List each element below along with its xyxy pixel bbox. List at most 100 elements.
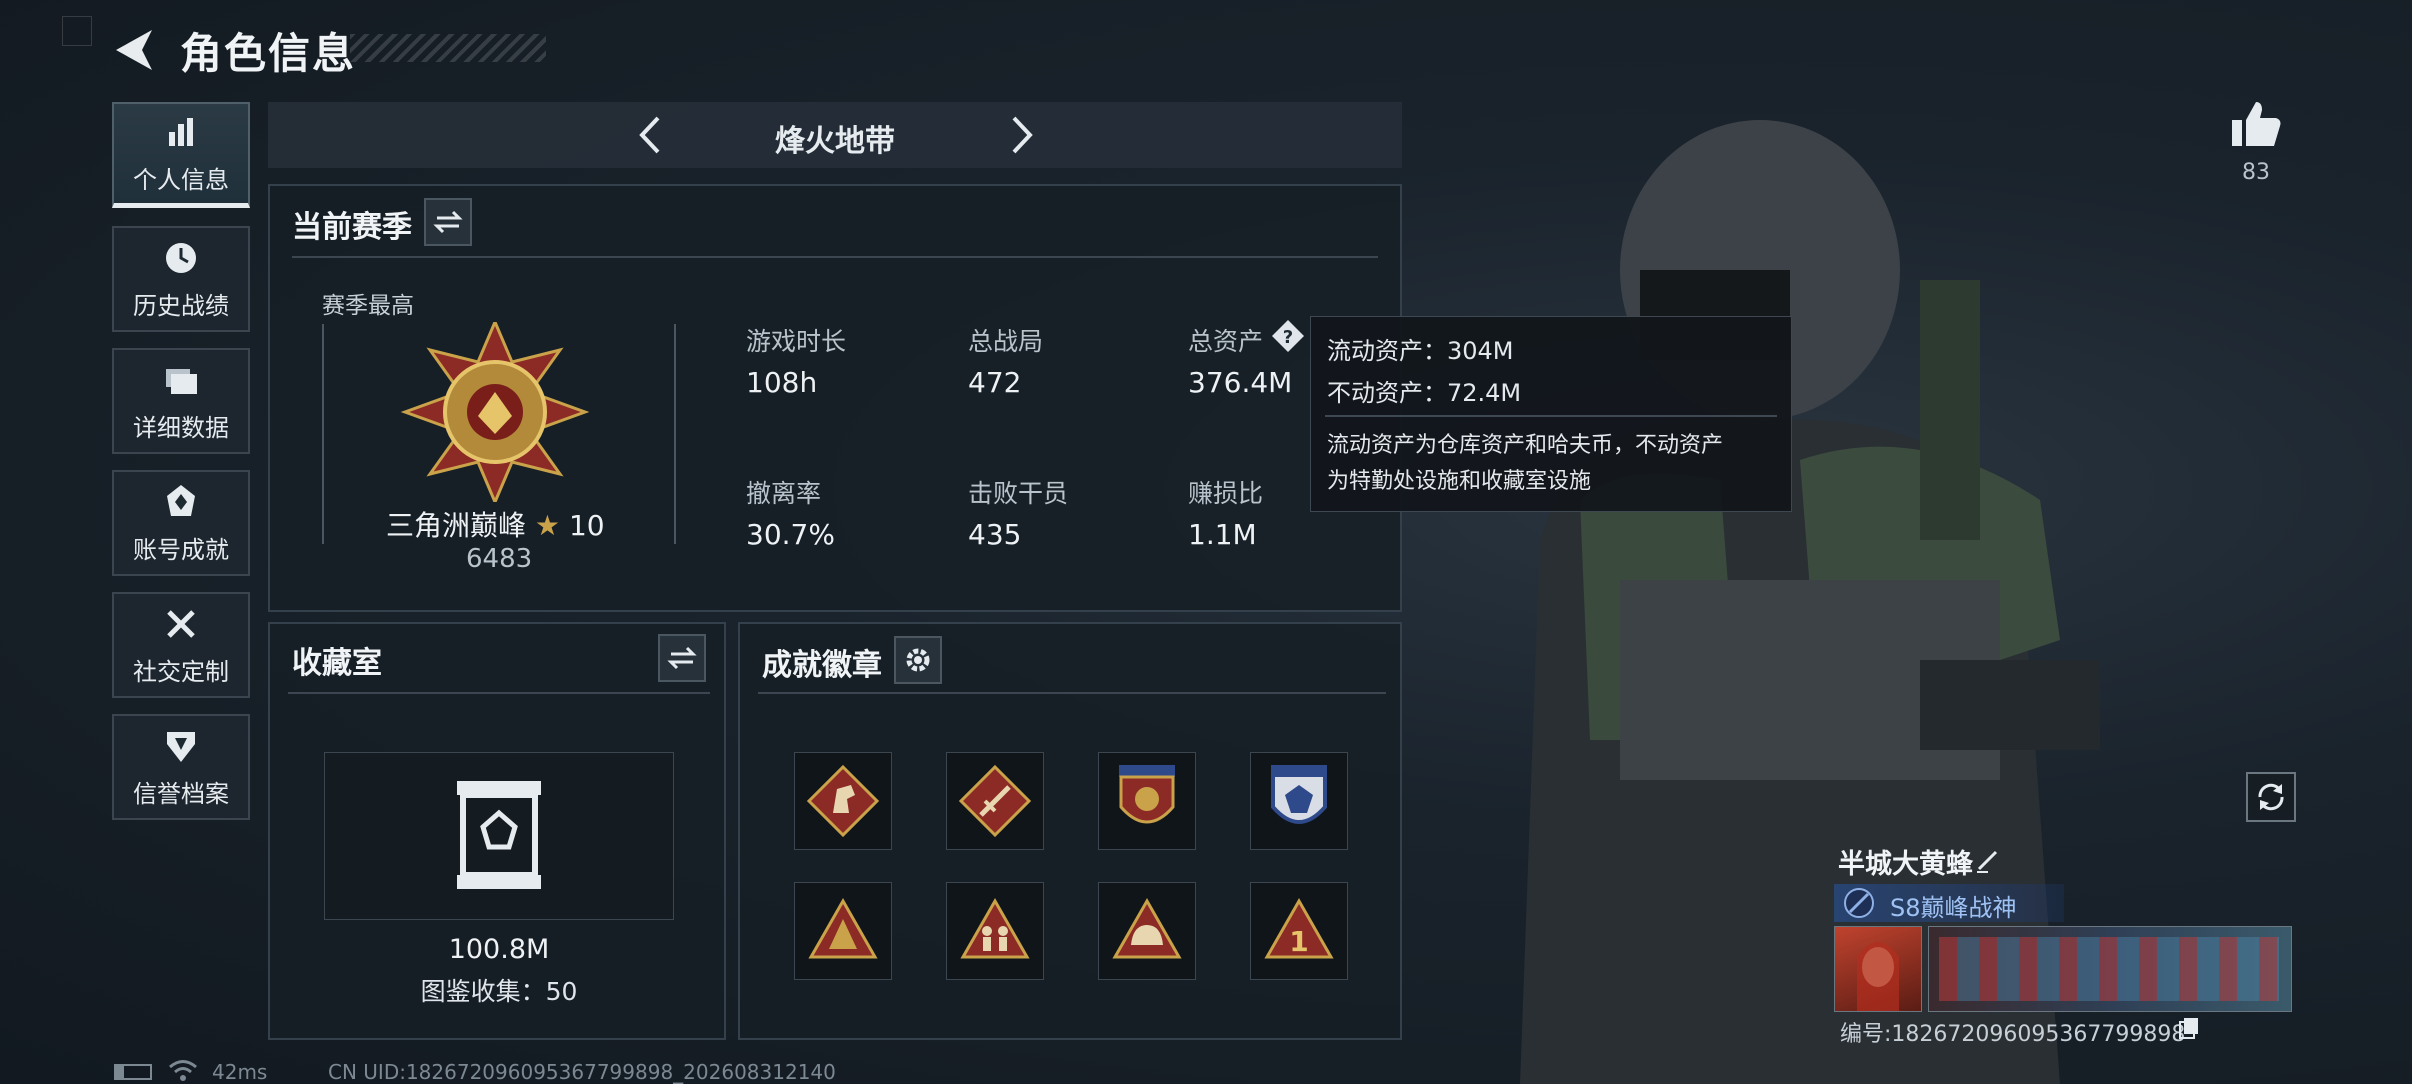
- thumbs-up-icon: [2232, 102, 2281, 146]
- collection-switch-button[interactable]: [658, 634, 706, 682]
- avatar-portrait-icon: [1857, 942, 1899, 1011]
- season-switch-button[interactable]: [424, 198, 472, 246]
- sidebar-item-account-achievements[interactable]: 账号成就: [112, 470, 250, 576]
- collection-preview[interactable]: [324, 752, 674, 920]
- swap-icon: [433, 210, 463, 234]
- collection-title: 收藏室: [292, 646, 382, 681]
- badge-soldiers[interactable]: [946, 882, 1044, 980]
- edit-name-button[interactable]: [1974, 846, 2002, 874]
- corner-decoration: [62, 16, 92, 46]
- stat-value-playtime: 108h: [746, 366, 818, 399]
- badge-triangle[interactable]: [794, 882, 892, 980]
- sidebar-item-label: 详细数据: [133, 413, 229, 442]
- like-count: 83: [2242, 160, 2270, 185]
- title-badge-text: S8巅峰战神: [1890, 894, 2017, 922]
- stat-label-operators-defeated: 击败干员: [968, 479, 1069, 508]
- pencil-icon: [1977, 850, 1998, 873]
- ping-text: 42ms: [212, 1060, 268, 1084]
- sidebar-item-label: 账号成就: [133, 535, 229, 564]
- name-card-banner[interactable]: [1928, 926, 2292, 1012]
- title-decoration: [350, 34, 546, 62]
- wifi-icon: [169, 1060, 197, 1081]
- swap-icon: [667, 646, 697, 670]
- display-case-icon: [457, 781, 541, 889]
- refresh-icon: [2258, 783, 2284, 811]
- horse-badge-icon: [807, 765, 879, 837]
- rank-score: 6483: [466, 544, 533, 574]
- svg-text:1: 1: [1289, 925, 1308, 958]
- assets-help-button[interactable]: ?: [1270, 318, 1306, 354]
- sidebar-item-label: 社交定制: [133, 657, 229, 686]
- collection-panel: 收藏室 100.8M 图鉴收集：50: [268, 622, 726, 1040]
- next-mode-button[interactable]: [998, 112, 1044, 158]
- stat-label-total-matches: 总战局: [968, 327, 1044, 356]
- stat-value-total-matches: 472: [968, 366, 1022, 399]
- copy-icon: [2179, 1018, 2198, 1039]
- sidebar-item-personal-info[interactable]: 个人信息: [112, 102, 250, 208]
- question-icon: ?: [1272, 320, 1304, 352]
- tooltip-liquid-assets: 流动资产：304M: [1327, 337, 1514, 365]
- chevron-right-icon: [1012, 116, 1033, 154]
- season-panel: 当前赛季 赛季最高 三角洲巅峰 ★ 10 6483 游戏时长 108h 总战局 …: [268, 184, 1402, 612]
- rank-emblem-icon: [400, 322, 590, 502]
- player-name: 半城大黄蜂: [1838, 849, 1973, 880]
- stat-label-playtime: 游戏时长: [746, 327, 847, 356]
- credit-shield-icon: [167, 731, 195, 762]
- sidebar-item-social-customize[interactable]: 社交定制: [112, 592, 250, 698]
- sidebar-item-detailed-data[interactable]: 详细数据: [112, 348, 250, 454]
- tooltip-desc-line1: 流动资产为仓库资产和哈夫币，不动资产: [1327, 433, 1724, 458]
- title-badge: S8巅峰战神: [1834, 884, 2064, 922]
- stat-value-total-assets: 376.4M: [1188, 366, 1293, 399]
- badge-eagle-shield[interactable]: [1250, 752, 1348, 850]
- divider: [288, 692, 710, 694]
- copy-id-button[interactable]: [2178, 1016, 2200, 1040]
- badge-horse[interactable]: [794, 752, 892, 850]
- banner-art: [1939, 937, 2279, 1001]
- divider: [758, 692, 1386, 694]
- helmet-badge-icon: [1112, 897, 1182, 959]
- collection-value: 100.8M: [448, 934, 550, 965]
- achievements-settings-button[interactable]: [894, 636, 942, 684]
- tools-icon: [167, 609, 195, 638]
- collection-count: 图鉴收集：50: [420, 977, 578, 1006]
- badge-number-one[interactable]: 1: [1250, 882, 1348, 980]
- season-title: 当前赛季: [292, 210, 412, 245]
- back-arrow-icon: [116, 30, 152, 70]
- stat-value-profit-loss: 1.1M: [1188, 518, 1257, 551]
- eagle-shield-badge-icon: [1271, 765, 1327, 824]
- badge-crest[interactable]: [1098, 752, 1196, 850]
- mode-title: 烽火地带: [775, 124, 895, 159]
- rank-title-icon: [1844, 888, 1874, 918]
- crest-badge-icon: [1119, 765, 1175, 824]
- stat-label-total-assets: 总资产: [1188, 327, 1264, 356]
- sidebar-item-credit-record[interactable]: 信誉档案: [112, 714, 250, 820]
- folder-icon: [166, 368, 197, 394]
- like-button[interactable]: [2228, 96, 2284, 152]
- soldiers-badge-icon: [960, 897, 1030, 959]
- rotate-model-button[interactable]: [2246, 772, 2296, 822]
- page-title: 角色信息: [180, 29, 357, 78]
- back-button[interactable]: [108, 24, 160, 76]
- season-best-label: 赛季最高: [322, 293, 414, 319]
- avatar[interactable]: [1834, 926, 1922, 1012]
- svg-text:?: ?: [1283, 327, 1293, 348]
- achievements-title: 成就徽章: [762, 648, 882, 683]
- sword-badge-icon: [959, 765, 1031, 837]
- star-icon: ★: [534, 509, 561, 542]
- badge-sword[interactable]: [946, 752, 1044, 850]
- mode-selector: 烽火地带: [268, 102, 1402, 168]
- rank-name-row: 三角洲巅峰 ★ 10: [386, 504, 605, 544]
- sidebar-item-history[interactable]: 历史战绩: [112, 226, 250, 332]
- number-one-badge-icon: 1: [1264, 897, 1334, 959]
- sidebar-item-label: 个人信息: [133, 166, 229, 194]
- stat-label-profit-loss: 赚损比: [1188, 479, 1264, 508]
- gear-icon: [906, 648, 930, 672]
- badge-helmet[interactable]: [1098, 882, 1196, 980]
- rank-name: 三角洲巅峰: [386, 509, 527, 542]
- tooltip-fixed-assets: 不动资产：72.4M: [1327, 379, 1522, 407]
- stat-value-extraction-rate: 30.7%: [746, 518, 835, 551]
- tooltip-divider: [1325, 415, 1777, 417]
- stat-value-operators-defeated: 435: [968, 518, 1022, 551]
- history-icon: [166, 242, 196, 273]
- stat-label-extraction-rate: 撤离率: [746, 479, 822, 508]
